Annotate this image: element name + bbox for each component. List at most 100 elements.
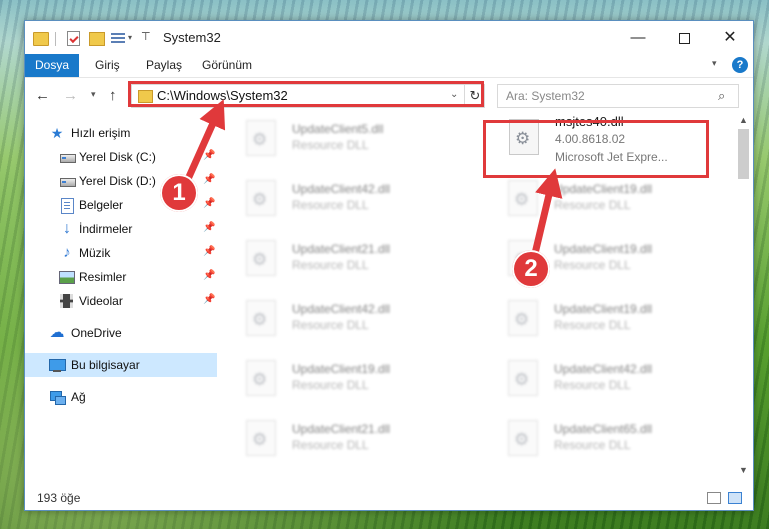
sidebar-item-label: Videolar <box>79 294 123 308</box>
file-type: Resource DLL <box>554 258 631 272</box>
dll-file-icon <box>508 360 538 396</box>
drive-icon <box>59 173 76 189</box>
forward-button[interactable]: → <box>63 87 78 104</box>
pin-icon[interactable]: 📌 <box>203 198 215 209</box>
title-bar: ▾ ⊤ System32 — ✕ <box>25 21 753 54</box>
expand-ribbon-icon[interactable]: ▾ <box>712 58 717 69</box>
help-icon[interactable]: ? <box>732 57 748 73</box>
sidebar-item-downloads[interactable]: ↓ İndirmeler 📌 <box>25 217 219 241</box>
file-name: UpdateClient21.dll <box>292 242 391 256</box>
tab-share[interactable]: Paylaş <box>146 54 182 77</box>
tab-file[interactable]: Dosya <box>25 54 79 77</box>
star-icon: ★ <box>50 125 64 141</box>
dll-file-icon <box>508 420 538 456</box>
file-item[interactable]: UpdateClient19.dll Resource DLL <box>483 173 713 225</box>
pin-icon[interactable]: 📌 <box>203 222 215 233</box>
item-count: 193 öğe <box>37 491 81 505</box>
dll-file-icon <box>508 300 538 336</box>
dll-file-icon <box>246 360 276 396</box>
dll-file-icon <box>246 180 276 216</box>
dll-file-icon <box>246 420 276 456</box>
file-item[interactable]: UpdateClient19.dll Resource DLL <box>483 293 713 345</box>
file-name: UpdateClient19.dll <box>554 182 653 196</box>
new-folder-button[interactable] <box>89 32 105 46</box>
tab-home[interactable]: Giriş <box>95 54 120 77</box>
sidebar-item-label: Belgeler <box>79 198 124 212</box>
download-icon: ↓ <box>63 220 71 237</box>
file-item[interactable]: UpdateClient5.dll Resource DLL <box>221 113 451 165</box>
up-button[interactable]: ↑ <box>109 87 117 104</box>
search-icon[interactable]: ⌕ <box>718 88 725 104</box>
drive-icon <box>59 149 76 165</box>
details-view-button[interactable] <box>707 492 721 504</box>
address-highlight-box <box>128 81 484 107</box>
recent-locations-button[interactable]: ▾ <box>91 89 96 100</box>
step-2-badge: 2 <box>512 250 550 288</box>
properties-button[interactable] <box>67 31 80 46</box>
scroll-up-icon[interactable]: ▲ <box>739 115 748 125</box>
file-item[interactable]: UpdateClient19.dll Resource DLL <box>221 353 451 405</box>
file-name: UpdateClient65.dll <box>554 422 653 436</box>
sidebar-item-this-pc[interactable]: Bu bilgisayar <box>25 353 217 377</box>
minimize-button[interactable]: — <box>615 21 661 54</box>
file-item[interactable]: UpdateClient42.dll Resource DLL <box>221 173 451 225</box>
pin-icon[interactable]: 📌 <box>203 270 215 281</box>
file-type: Resource DLL <box>292 378 369 392</box>
network-icon <box>49 389 66 405</box>
vertical-scrollbar[interactable]: ▲ ▼ <box>735 113 752 478</box>
sidebar-item-quick-access[interactable]: ★ Hızlı erişim <box>25 121 219 145</box>
file-name: UpdateClient42.dll <box>292 182 391 196</box>
toolbar-separator <box>55 32 56 46</box>
sidebar-item-label: Hızlı erişim <box>71 126 131 140</box>
view-options-icon[interactable] <box>111 31 125 44</box>
navigation-pane: ★ Hızlı erişim Yerel Disk (C:) 📌 Yerel D… <box>25 113 219 478</box>
maximize-button[interactable] <box>661 21 707 54</box>
sidebar-item-label: OneDrive <box>71 326 122 340</box>
sidebar-item-music[interactable]: ♪ Müzik 📌 <box>25 241 219 265</box>
scroll-thumb[interactable] <box>738 129 749 179</box>
file-type: Resource DLL <box>554 198 631 212</box>
sidebar-item-videos[interactable]: Videolar 📌 <box>25 289 219 313</box>
pin-icon[interactable]: 📌 <box>203 150 215 161</box>
sidebar-item-label: Yerel Disk (D:) <box>79 174 156 188</box>
file-type: Resource DLL <box>554 438 631 452</box>
file-name: UpdateClient19.dll <box>554 302 653 316</box>
scroll-down-icon[interactable]: ▼ <box>739 465 748 475</box>
file-item[interactable]: UpdateClient42.dll Resource DLL <box>483 353 713 405</box>
tiles-view-button[interactable] <box>728 492 742 504</box>
videos-icon <box>59 293 75 309</box>
file-explorer-window: ▾ ⊤ System32 — ✕ Dosya Giriş Paylaş Görü… <box>24 20 754 511</box>
step-1-badge: 1 <box>160 174 198 212</box>
sidebar-item-label: Müzik <box>79 246 111 260</box>
file-item[interactable]: UpdateClient42.dll Resource DLL <box>221 293 451 345</box>
file-type: Resource DLL <box>554 318 631 332</box>
onedrive-icon: ☁ <box>49 324 65 341</box>
sidebar-item-network[interactable]: Ağ <box>25 385 219 409</box>
maximize-icon <box>678 32 690 44</box>
pin-icon[interactable]: 📌 <box>203 246 215 257</box>
file-item[interactable]: UpdateClient21.dll Resource DLL <box>221 413 451 465</box>
file-name: UpdateClient42.dll <box>554 362 653 376</box>
tab-view[interactable]: Görünüm <box>202 54 252 77</box>
pin-icon[interactable]: 📌 <box>203 174 215 185</box>
pin-icon[interactable]: 📌 <box>203 294 215 305</box>
file-item[interactable]: UpdateClient65.dll Resource DLL <box>483 413 713 465</box>
file-type: Resource DLL <box>292 438 369 452</box>
file-type: Resource DLL <box>292 258 369 272</box>
search-input[interactable]: Ara: System32 <box>506 89 585 103</box>
chevron-down-icon[interactable]: ▾ <box>128 33 132 49</box>
file-name: UpdateClient19.dll <box>292 362 391 376</box>
sidebar-item-pictures[interactable]: Resimler 📌 <box>25 265 219 289</box>
sidebar-item-label: Bu bilgisayar <box>71 358 140 372</box>
file-item[interactable]: UpdateClient21.dll Resource DLL <box>221 233 451 285</box>
customize-toolbar-icon[interactable]: ⊤ <box>141 30 151 46</box>
file-type: Resource DLL <box>292 318 369 332</box>
close-button[interactable]: ✕ <box>707 21 753 54</box>
target-file-highlight-box <box>483 120 709 178</box>
sidebar-item-onedrive[interactable]: ☁ OneDrive <box>25 321 219 345</box>
back-button[interactable]: ← <box>35 87 50 104</box>
sidebar-item-disk-c[interactable]: Yerel Disk (C:) 📌 <box>25 145 219 169</box>
pictures-icon <box>59 269 75 285</box>
music-icon: ♪ <box>63 244 71 261</box>
search-box[interactable]: Ara: System32 ⌕ <box>497 84 739 108</box>
